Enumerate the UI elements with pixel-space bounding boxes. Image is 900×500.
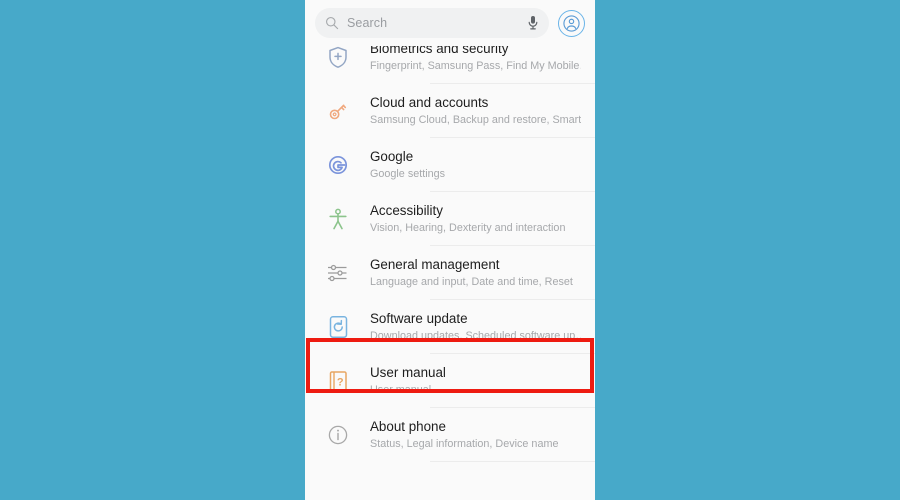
settings-row-subtitle: User manual [370, 384, 432, 396]
settings-row-subtitle: Google settings [370, 168, 446, 180]
settings-row-title: User manual [370, 365, 446, 380]
settings-row-text: Software update Download updates, Schedul… [370, 300, 595, 354]
accessibility-person-icon [323, 204, 353, 234]
settings-row[interactable]: Software update Download updates, Schedul… [305, 300, 595, 354]
settings-row[interactable]: About phone Status, Legal information, De… [305, 408, 595, 462]
settings-row-subtitle: Language and input, Date and time, Reset [370, 276, 573, 288]
settings-row-subtitle: Fingerprint, Samsung Pass, Find My Mobil… [370, 60, 581, 72]
info-circle-icon [323, 420, 353, 450]
settings-row-subtitle: Download updates, Scheduled software up… [370, 330, 581, 342]
google-g-icon [323, 150, 353, 180]
svg-text:?: ? [336, 376, 343, 388]
settings-row-text: Cloud and accounts Samsung Cloud, Backup … [370, 84, 595, 138]
settings-row[interactable]: Accessibility Vision, Hearing, Dexterity … [305, 192, 595, 246]
settings-row-text: Google Google settings [370, 138, 595, 192]
search-input[interactable]: Search [315, 8, 549, 38]
shield-plus-icon [323, 42, 353, 72]
search-icon [325, 16, 339, 30]
sliders-icon [323, 258, 353, 288]
settings-row-text: Accessibility Vision, Hearing, Dexterity … [370, 192, 595, 246]
account-avatar-icon [563, 14, 580, 32]
search-placeholder: Search [347, 16, 388, 30]
software-update-icon [323, 312, 353, 342]
settings-row-text: User manual User manual [370, 354, 595, 408]
key-icon [323, 96, 353, 126]
microphone-icon[interactable] [523, 15, 539, 31]
settings-row-title: Software update [370, 311, 468, 326]
book-question-icon: ? [323, 366, 353, 396]
account-button[interactable] [558, 9, 585, 37]
settings-row-title: Cloud and accounts [370, 95, 489, 110]
settings-row-text: About phone Status, Legal information, De… [370, 408, 595, 462]
settings-row-title: Google [370, 149, 414, 164]
screenshot-root: Always On Display, Screen lock type, Clo… [0, 0, 900, 500]
settings-row[interactable]: General management Language and input, Da… [305, 246, 595, 300]
settings-list: Always On Display, Screen lock type, Clo… [305, 0, 595, 462]
settings-row-title: About phone [370, 419, 446, 434]
settings-row-title: General management [370, 257, 500, 272]
row-divider [430, 461, 595, 462]
settings-row-subtitle: Samsung Cloud, Backup and restore, Smart… [370, 114, 581, 126]
settings-row[interactable]: Google Google settings [305, 138, 595, 192]
search-bar: Search [305, 0, 595, 46]
settings-row[interactable]: Cloud and accounts Samsung Cloud, Backup … [305, 84, 595, 138]
settings-row-text: General management Language and input, Da… [370, 246, 595, 300]
settings-row-subtitle: Status, Legal information, Device name [370, 438, 559, 450]
settings-row[interactable]: ? User manual User manual [305, 354, 595, 408]
phone-settings-panel: Always On Display, Screen lock type, Clo… [305, 0, 595, 500]
settings-row-subtitle: Vision, Hearing, Dexterity and interacti… [370, 222, 566, 234]
settings-row-title: Accessibility [370, 203, 443, 218]
